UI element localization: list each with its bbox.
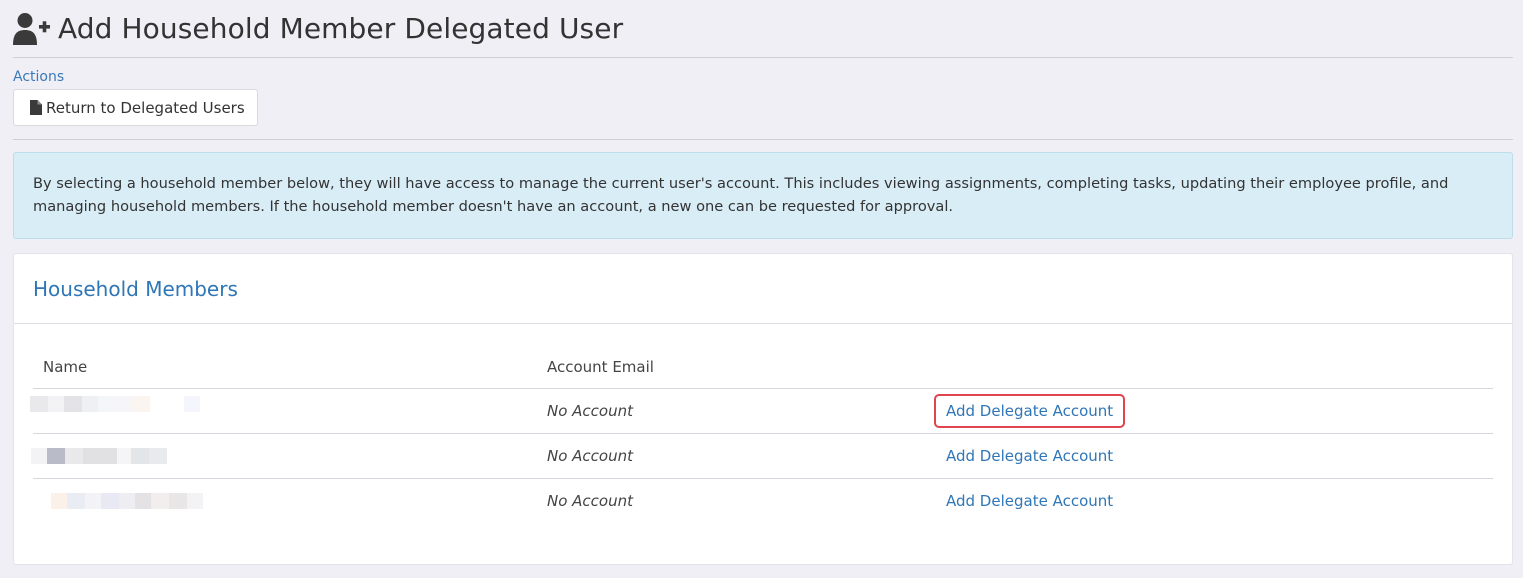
table-row: No Account Add Delegate Account bbox=[33, 479, 1493, 524]
column-header-account-email: Account Email bbox=[537, 346, 935, 389]
add-delegate-account-link[interactable]: Add Delegate Account bbox=[934, 484, 1125, 518]
page: Add Household Member Delegated User Acti… bbox=[0, 0, 1523, 578]
panel-header: Household Members bbox=[14, 254, 1512, 324]
actions-label: Actions bbox=[13, 69, 65, 85]
table-row: No Account Add Delegate Account bbox=[30, 388, 1493, 434]
account-email: No Account bbox=[537, 433, 935, 479]
info-alert: By selecting a household member below, t… bbox=[13, 152, 1513, 239]
member-name-redacted bbox=[30, 388, 537, 434]
file-icon bbox=[30, 100, 42, 115]
return-button-label: Return to Delegated Users bbox=[46, 98, 245, 117]
action-cell: Add Delegate Account bbox=[934, 388, 1493, 434]
account-email: No Account bbox=[547, 492, 633, 510]
divider bbox=[13, 139, 1513, 140]
member-name-redacted bbox=[33, 479, 537, 524]
column-header-name: Name bbox=[33, 346, 537, 389]
user-plus-icon bbox=[13, 12, 51, 46]
household-members-panel: Household Members Name Account Email No … bbox=[13, 253, 1513, 565]
household-members-table: Name Account Email No Account Add Delega… bbox=[30, 346, 1493, 524]
page-title: Add Household Member Delegated User bbox=[58, 12, 624, 45]
table-header-row: Name Account Email bbox=[33, 346, 1493, 389]
add-delegate-account-link[interactable]: Add Delegate Account bbox=[934, 394, 1126, 428]
page-header: Add Household Member Delegated User bbox=[13, 0, 1513, 58]
member-name-redacted bbox=[31, 433, 537, 479]
account-email: No Account bbox=[537, 388, 935, 434]
info-text: By selecting a household member below, t… bbox=[33, 175, 1449, 215]
column-header-actions bbox=[935, 346, 1493, 389]
table-row: No Account Add Delegate Account bbox=[31, 433, 1493, 479]
add-delegate-account-link[interactable]: Add Delegate Account bbox=[934, 439, 1125, 473]
panel-title: Household Members bbox=[33, 276, 238, 301]
table-wrapper: Name Account Email No Account Add Delega… bbox=[14, 324, 1512, 523]
return-to-delegated-users-button[interactable]: Return to Delegated Users bbox=[13, 89, 258, 126]
action-cell: Add Delegate Account bbox=[934, 433, 1493, 479]
action-cell: Add Delegate Account bbox=[935, 479, 1493, 524]
